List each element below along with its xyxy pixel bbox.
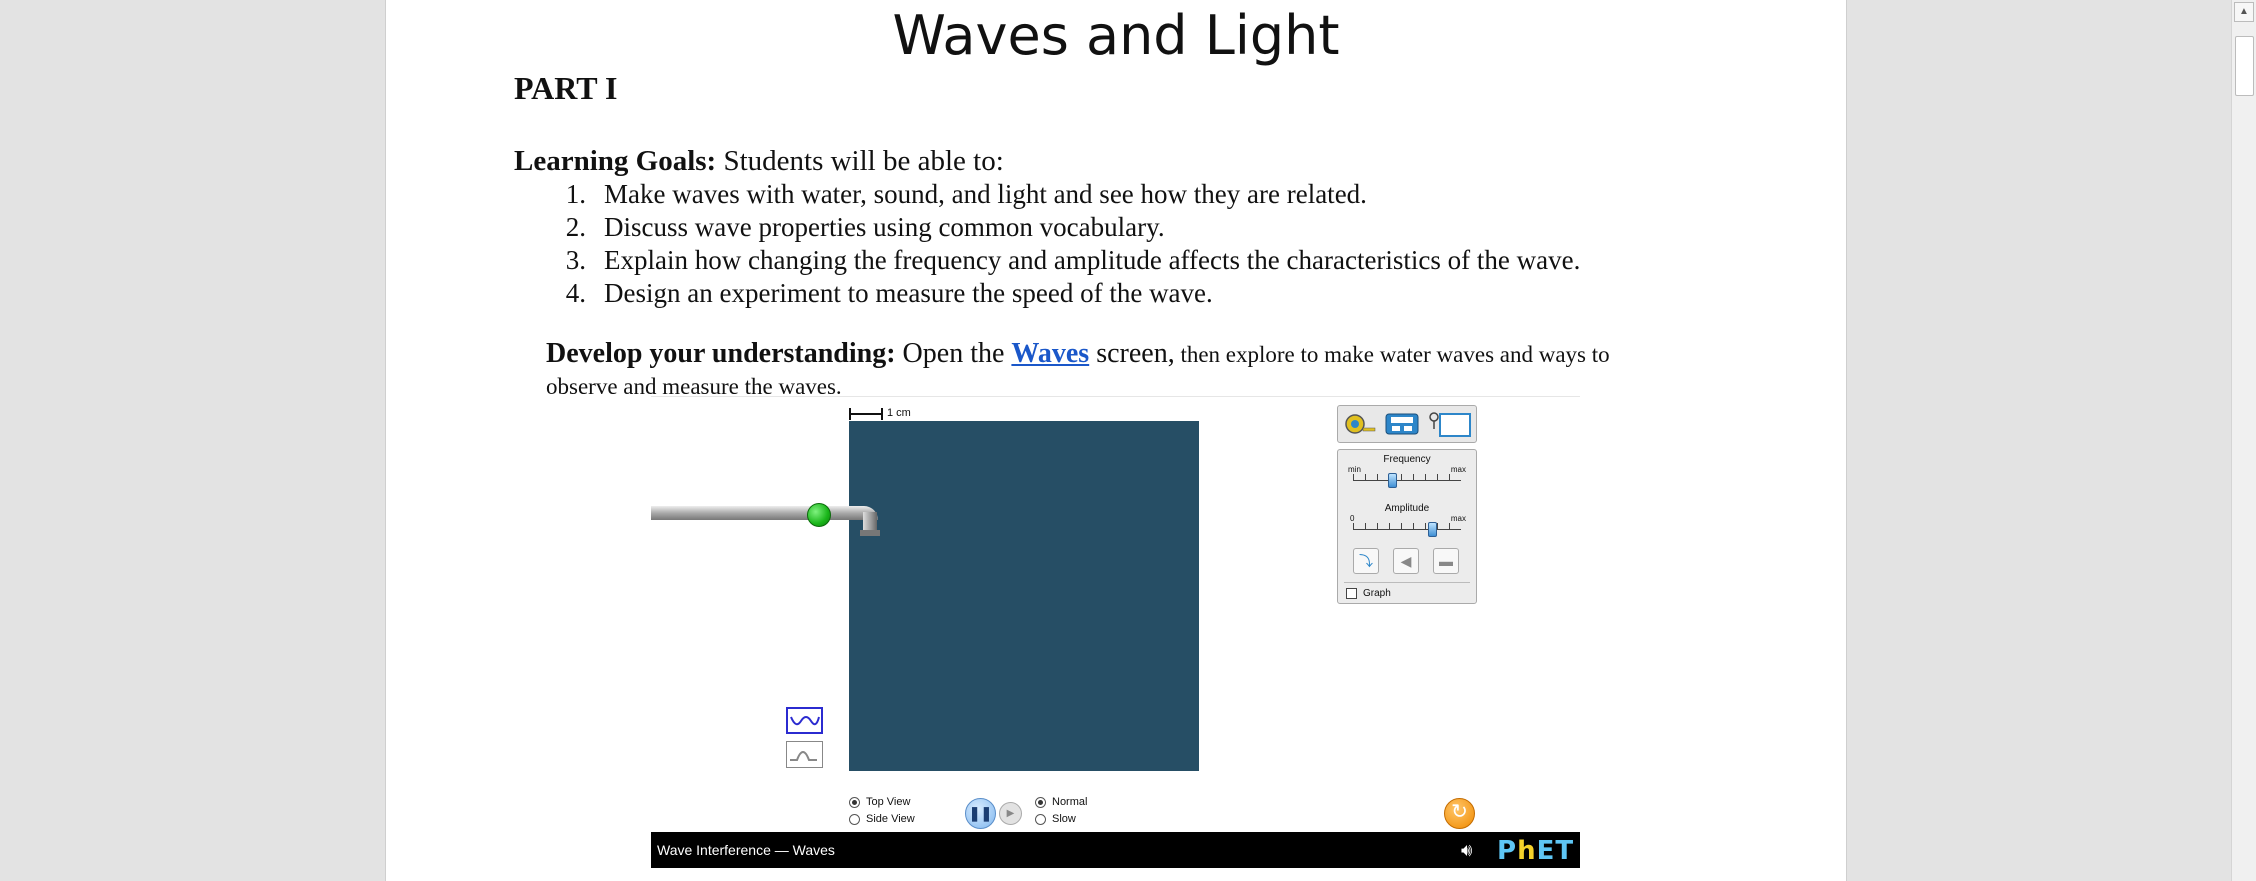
graph-label: Graph: [1363, 588, 1391, 600]
reset-icon: ↻: [1451, 801, 1468, 823]
measure-toolbox: [1337, 405, 1477, 443]
develop-paragraph: Develop your understanding: Open the Wav…: [546, 338, 1706, 402]
document-title: Waves and Light: [892, 4, 1340, 67]
graph-checkbox[interactable]: [1346, 588, 1357, 599]
develop-text: screen,: [1089, 338, 1175, 369]
laser-icon: ▬: [1439, 553, 1453, 569]
scrollbar-thumb[interactable]: [2235, 36, 2254, 96]
sound-source-button[interactable]: ◀: [1393, 548, 1419, 574]
list-text: Explain how changing the frequency and a…: [604, 245, 1581, 275]
faucet-icon: ⤵: [1359, 553, 1373, 569]
list-item: 4. Design an experiment to measure the sp…: [554, 277, 1580, 310]
step-button[interactable]: ▶: [999, 802, 1022, 825]
radio-unchecked[interactable]: [849, 813, 860, 825]
faucet-on-button[interactable]: [807, 503, 831, 527]
tape-measure-tool[interactable]: [1342, 411, 1378, 437]
list-item: 3. Explain how changing the frequency and…: [554, 244, 1581, 277]
radio-checked[interactable]: [1035, 796, 1046, 808]
radio-unchecked[interactable]: [1035, 813, 1046, 825]
document-page: Waves and Light PART I Learning Goals: S…: [385, 0, 1847, 881]
learning-goals-label: Learning Goals:: [514, 145, 717, 177]
faucet-spout: [863, 512, 877, 532]
pause-button[interactable]: ❚❚: [965, 798, 996, 829]
develop-text: then explore to make water waves and way…: [1174, 342, 1610, 367]
pulse-icon: [790, 751, 817, 761]
step-icon: ▶: [1006, 808, 1015, 819]
logo-letter: h: [1517, 836, 1537, 866]
list-number: 2.: [565, 212, 586, 242]
light-source-button[interactable]: ▬: [1433, 548, 1459, 574]
top-view-option[interactable]: Top View: [849, 796, 910, 808]
graph-checkbox-option[interactable]: Graph: [1346, 588, 1391, 599]
amplitude-max-label: max: [1450, 514, 1466, 523]
frequency-min-label: min: [1348, 465, 1361, 474]
frequency-track: [1353, 480, 1461, 481]
develop-text: Open the: [895, 338, 1012, 369]
goals-list: 1. Make waves with water, sound, and ligh…: [554, 178, 1581, 310]
logo-letter: P: [1497, 836, 1518, 866]
top-view-label: Top View: [866, 796, 911, 808]
amplitude-slider-thumb[interactable]: [1428, 522, 1438, 537]
tape-measure-icon: [1345, 414, 1376, 434]
learning-goals-text: Students will be able to:: [716, 145, 1004, 177]
list-text: Make waves with water, sound, and light …: [604, 179, 1367, 209]
amplitude-label: Amplitude: [1384, 503, 1430, 514]
normal-label: Normal: [1052, 796, 1088, 808]
side-view-option[interactable]: Side View: [849, 813, 915, 825]
list-number: 1.: [565, 179, 586, 209]
amplitude-track: [1353, 529, 1461, 530]
develop-label: Develop your understanding:: [546, 338, 896, 369]
reset-button[interactable]: ↻: [1444, 798, 1475, 829]
logo-letter: ET: [1536, 836, 1575, 866]
part-heading: PART I: [514, 70, 618, 106]
normal-speed-option[interactable]: Normal: [1035, 796, 1087, 808]
scale-label: 1 cm: [887, 407, 911, 419]
amplitude-min-label: 0: [1350, 514, 1355, 523]
pause-icon: ❚❚: [968, 805, 993, 821]
stopwatch-icon: [1385, 413, 1419, 435]
learning-goals: Learning Goals: Students will be able to…: [514, 145, 1004, 178]
frequency-slider-thumb[interactable]: [1388, 473, 1398, 488]
list-number: 4.: [565, 278, 586, 308]
wave-controls-panel: Frequency min max Amplitude 0 max ⤵ ◀ ▬ …: [1337, 449, 1477, 604]
list-item: 2. Discuss wave properties using common v…: [554, 211, 1580, 244]
speaker-icon: ◀: [1400, 553, 1412, 569]
frequency-max-label: max: [1450, 465, 1466, 474]
vertical-scrollbar[interactable]: ▲: [2231, 0, 2256, 881]
list-text: Design an experiment to measure the spee…: [604, 278, 1213, 308]
slow-label: Slow: [1052, 813, 1076, 825]
side-view-label: Side View: [866, 813, 915, 825]
list-number: 3.: [565, 245, 586, 275]
scroll-up-arrow-icon[interactable]: ▲: [2234, 2, 2254, 22]
wave-simulation: 1 cm Top View Side View ❚❚ ▶ Normal Slow…: [651, 396, 1580, 869]
radio-checked[interactable]: [849, 796, 860, 808]
wave-icon: [790, 716, 820, 726]
slow-speed-option[interactable]: Slow: [1035, 813, 1076, 825]
stopwatch-tool[interactable]: [1384, 411, 1420, 437]
sound-toggle-icon[interactable]: 🔊︎: [1461, 840, 1472, 861]
panel-divider: [1344, 582, 1470, 583]
waves-link[interactable]: Waves: [1011, 338, 1089, 369]
faucet-tip: [860, 530, 880, 536]
probe-icon: [1429, 412, 1471, 437]
list-item: 1. Make waves with water, sound, and ligh…: [554, 178, 1580, 211]
phet-logo[interactable]: PhET: [1497, 836, 1574, 866]
list-text: Discuss wave properties using common voc…: [604, 212, 1165, 242]
pulse-view-button[interactable]: [786, 741, 823, 768]
frequency-label: Frequency: [1383, 454, 1431, 465]
water-source-button[interactable]: ⤵: [1353, 548, 1379, 574]
probe-tool[interactable]: [1428, 411, 1471, 437]
sim-title: Wave Interference — Waves: [657, 842, 835, 858]
water-tank: [849, 421, 1199, 771]
wave-view-button[interactable]: [786, 707, 823, 734]
sim-navbar: Wave Interference — Waves 🔊︎ PhET: [651, 832, 1580, 868]
